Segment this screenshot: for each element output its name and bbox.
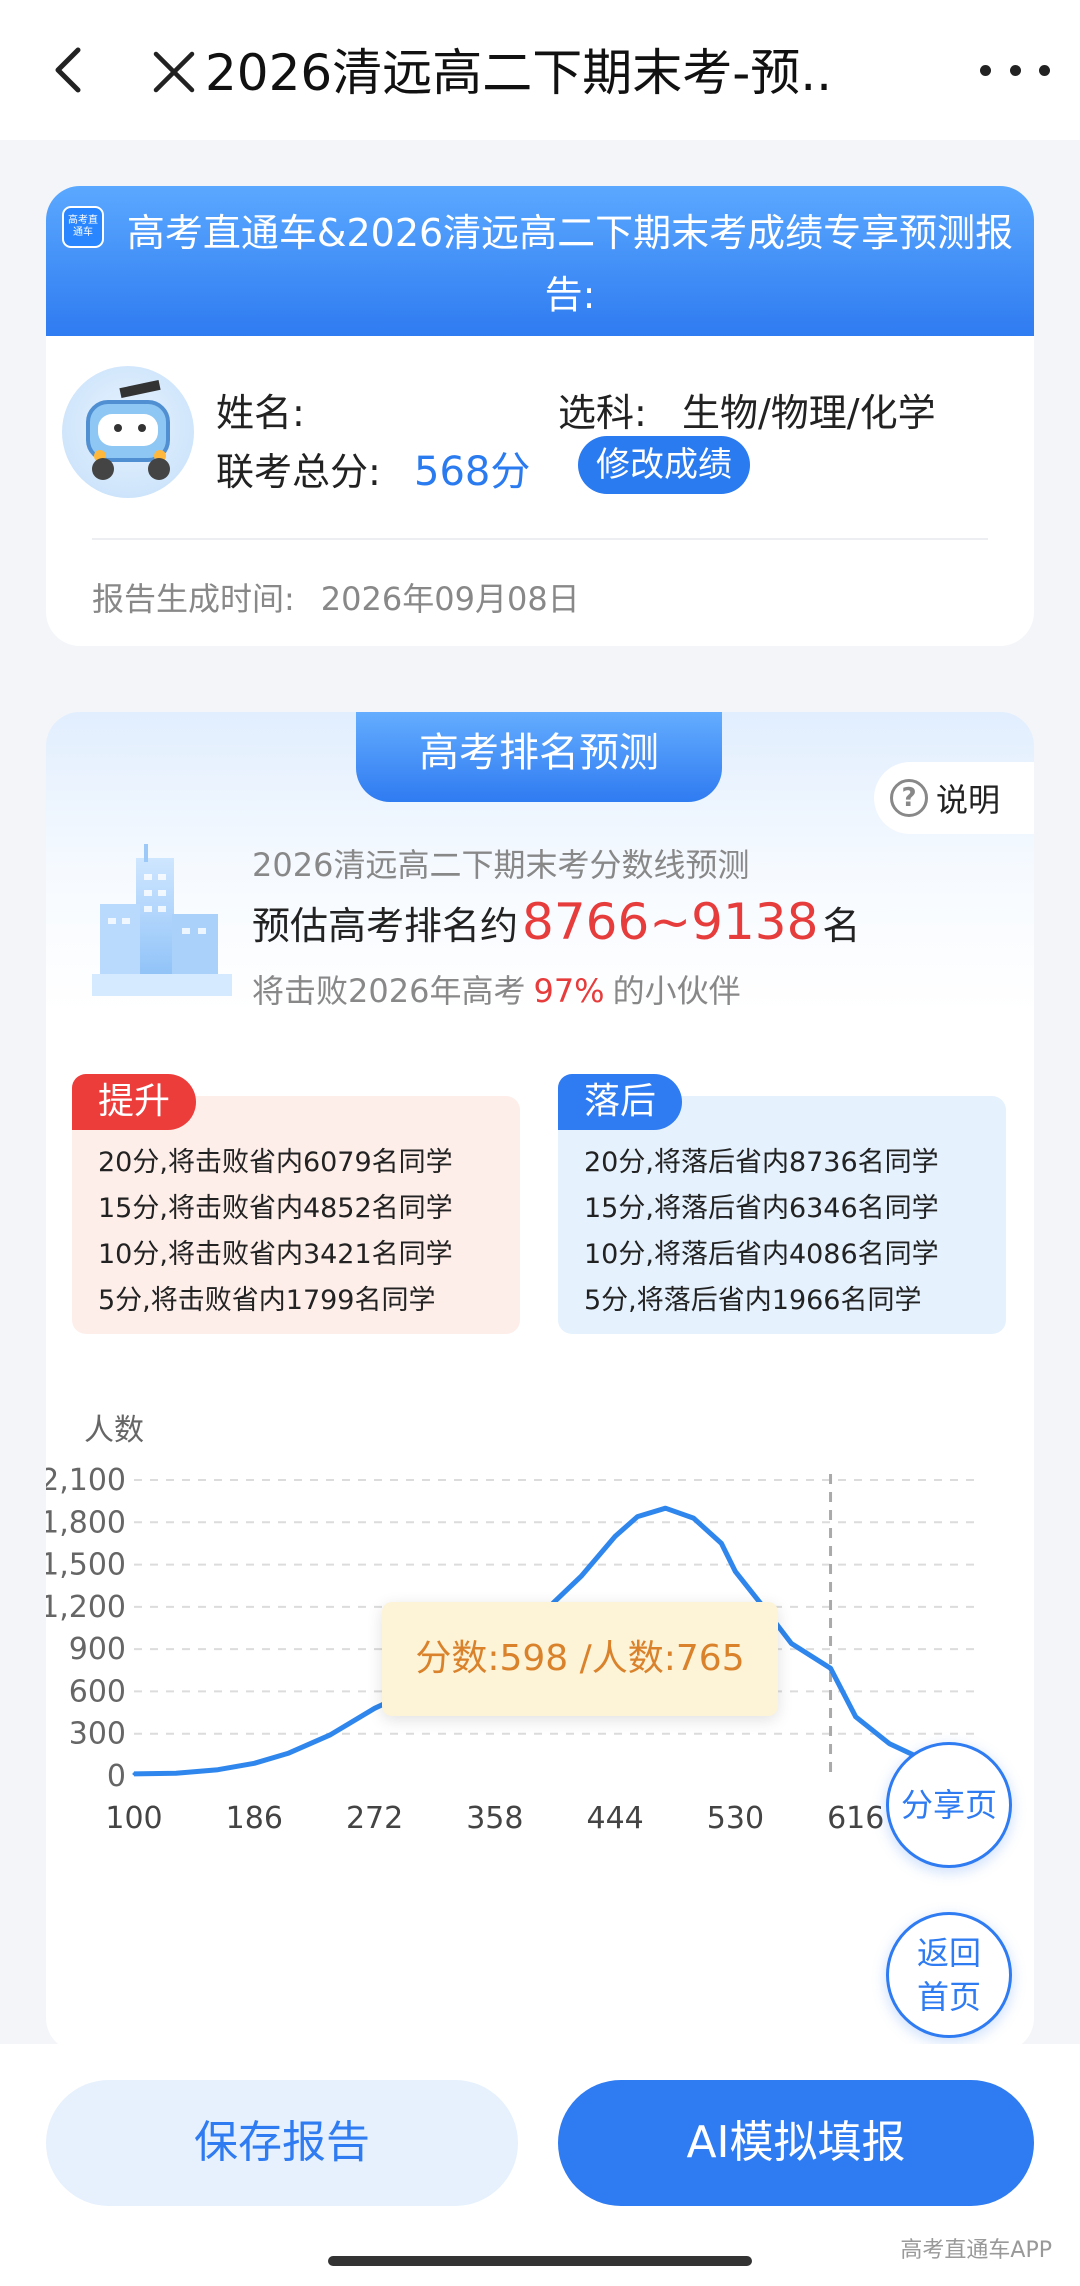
explain-label: 说明 — [936, 781, 1001, 819]
list-item: 5分,将落后省内1966名同学 — [584, 1285, 922, 1316]
top-nav-bar: 2026清远高二下期末考-预.. — [0, 0, 1080, 140]
list-item: 20分,将击败省内6079名同学 — [98, 1147, 453, 1178]
question-icon: ? — [890, 779, 928, 817]
app-logo: 高考直通车 — [62, 206, 104, 248]
gen-time-value: 2026年09月08日 — [320, 580, 580, 618]
y-tick-label: 1,200 — [46, 1590, 126, 1625]
y-tick-label: 300 — [69, 1717, 126, 1752]
subjects-value: 生物/物理/化学 — [682, 391, 936, 435]
explain-button[interactable]: ? 说明 — [874, 762, 1034, 834]
data-point — [663, 1506, 667, 1510]
beat-percentage: 将击败2026年高考 97% 的小伙伴 — [252, 966, 741, 1012]
data-point — [580, 1574, 584, 1578]
back-home-button[interactable]: 返回首页 — [886, 1912, 1012, 2038]
avatar — [62, 366, 194, 498]
list-item: 10分,将落后省内4086名同学 — [584, 1239, 939, 1270]
predicted-rank: 预估高考排名约8766~9138 名 — [252, 892, 860, 956]
building-illustration-icon — [92, 844, 232, 996]
data-point — [328, 1733, 332, 1737]
report-header-title: 高考直通车&2026清远高二下期末考成绩专享预测报告: — [126, 211, 1014, 317]
y-tick-label: 1,500 — [46, 1548, 126, 1583]
data-point — [216, 1768, 220, 1772]
close-icon[interactable] — [150, 48, 198, 96]
beat-suffix: 的小伙伴 — [612, 972, 741, 1010]
predicted-rank-prefix: 预估高考排名约 — [252, 904, 519, 948]
home-indicator[interactable] — [328, 2256, 752, 2266]
data-point — [373, 1706, 377, 1710]
back-arrow-icon[interactable] — [40, 40, 100, 100]
data-point — [691, 1516, 695, 1520]
data-point — [733, 1570, 737, 1574]
y-axis-title: 人数 — [84, 1413, 144, 1448]
name-label: 姓名: — [216, 391, 305, 435]
x-tick-label: 100 — [105, 1801, 162, 1836]
subjects-label: 选科: — [558, 391, 647, 435]
behind-tag: 落后 — [558, 1074, 683, 1130]
y-tick-label: 1,800 — [46, 1505, 126, 1540]
improve-tag: 提升 — [72, 1074, 197, 1130]
data-point — [887, 1742, 891, 1746]
share-page-button[interactable]: 分享页 — [886, 1742, 1012, 1868]
more-menu-icon[interactable] — [980, 50, 1050, 90]
x-tick-label: 444 — [587, 1801, 644, 1836]
report-header-card: 高考直通车 高考直通车&2026清远高二下期末考成绩专享预测报告: 姓名: 选科… — [46, 186, 1034, 646]
data-point — [636, 1515, 640, 1519]
gen-time-label: 报告生成时间: — [92, 580, 295, 618]
beat-pct-value: 97% — [533, 972, 605, 1010]
total-score-value: 568分 — [414, 449, 531, 495]
report-gen-time: 报告生成时间: 2026年09月08日 — [92, 574, 580, 620]
data-point — [613, 1534, 617, 1538]
chart-tooltip: 分数:598 /人数:765 — [382, 1602, 778, 1716]
data-point — [174, 1771, 178, 1775]
ai-simulate-fill-button[interactable]: AI模拟填报 — [558, 2080, 1034, 2206]
y-tick-label: 2,100 — [46, 1463, 126, 1498]
x-tick-label: 186 — [226, 1801, 283, 1836]
divider — [92, 538, 988, 540]
data-point — [286, 1751, 290, 1755]
prediction-subtitle: 2026清远高二下期末考分数线预测 — [252, 846, 750, 884]
data-point — [829, 1666, 833, 1670]
list-item: 15分,将落后省内6346名同学 — [584, 1193, 939, 1224]
list-item: 10分,将击败省内3421名同学 — [98, 1239, 453, 1270]
x-tick-label: 616 — [827, 1801, 884, 1836]
data-point — [132, 1772, 136, 1776]
edit-score-button[interactable]: 修改成绩 — [578, 436, 750, 494]
behind-box: 落后 20分,将落后省内8736名同学 15分,将落后省内6346名同学 10分… — [558, 1074, 1006, 1334]
list-item: 15分,将击败省内4852名同学 — [98, 1193, 453, 1224]
rank-prediction-tab: 高考排名预测 — [356, 712, 722, 802]
x-tick-label: 358 — [466, 1801, 523, 1836]
watermark: 高考直通车APP — [900, 2238, 1052, 2263]
rank-prediction-card: 高考排名预测 ? 说明 2026清远高二下期末考分数线预测 预估高考排名约876… — [46, 712, 1034, 2052]
beat-prefix: 将击败2026年高考 — [252, 972, 526, 1010]
page-title: 2026清远高二下期末考-预.. — [205, 44, 833, 102]
data-point — [854, 1715, 858, 1719]
improve-box: 提升 20分,将击败省内6079名同学 15分,将击败省内4852名同学 10分… — [72, 1074, 520, 1334]
data-point — [719, 1541, 723, 1545]
predicted-rank-suffix: 名 — [822, 904, 861, 948]
x-tick-label: 272 — [346, 1801, 403, 1836]
rank-range: 8766~9138 — [522, 893, 819, 951]
data-point — [789, 1642, 793, 1646]
list-item: 20分,将落后省内8736名同学 — [584, 1147, 939, 1178]
y-tick-label: 900 — [69, 1632, 126, 1667]
x-tick-label: 530 — [707, 1801, 764, 1836]
y-tick-label: 600 — [69, 1674, 126, 1709]
total-score-label: 联考总分: — [216, 450, 381, 494]
report-header-banner: 高考直通车 高考直通车&2026清远高二下期末考成绩专享预测报告: — [46, 186, 1034, 336]
y-tick-label: 0 — [107, 1759, 126, 1794]
data-point — [252, 1761, 256, 1765]
save-report-button[interactable]: 保存报告 — [46, 2080, 518, 2206]
list-item: 5分,将击败省内1799名同学 — [98, 1285, 436, 1316]
